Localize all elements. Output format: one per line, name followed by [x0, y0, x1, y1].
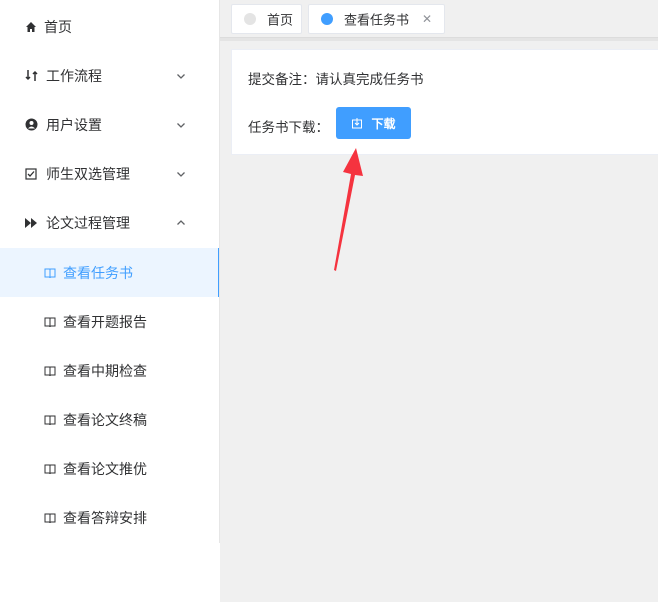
tab-label: 查看任务书 [344, 13, 410, 29]
submission-note: 提交备注：请认真完成任务书 [248, 72, 424, 88]
checkbox-icon [24, 167, 38, 181]
tab-status-dot [244, 13, 256, 25]
sidebar-item-thesis-process[interactable]: 论文过程管理 [0, 198, 219, 247]
sidebar-item-label: 用户设置 [46, 117, 102, 134]
home-icon [24, 20, 38, 34]
task-book-card: 提交备注：请认真完成任务书 任务书下载： 下载 [231, 49, 658, 155]
download-button[interactable]: 下载 [336, 107, 411, 139]
sidebar-item-mentor-selection[interactable]: 师生双选管理 [0, 149, 219, 198]
sidebar-item-user-settings[interactable]: 用户设置 [0, 100, 219, 149]
download-button-label: 下载 [371, 116, 396, 131]
chevron-down-icon [177, 73, 185, 79]
sidebar-subitem-view-final-draft[interactable]: 查看论文终稿 [0, 395, 219, 444]
tab-home[interactable]: 首页 [231, 4, 302, 34]
sidebar-item-home[interactable]: 首页 [0, 2, 219, 51]
book-icon [44, 366, 56, 376]
sidebar-subitem-label: 查看答辩安排 [63, 510, 147, 527]
book-icon [44, 268, 56, 278]
chevron-down-icon [177, 171, 185, 177]
sidebar-subitem-label: 查看论文终稿 [63, 412, 147, 429]
sidebar-subitem-label: 查看任务书 [63, 265, 133, 282]
user-circle-icon [24, 118, 38, 132]
sidebar-subitem-view-midterm[interactable]: 查看中期检查 [0, 346, 219, 395]
close-icon[interactable]: ✕ [422, 12, 432, 26]
download-icon [352, 118, 363, 129]
sidebar-subitem-label: 查看论文推优 [63, 461, 147, 478]
sidebar-item-label: 工作流程 [46, 68, 102, 85]
sidebar-subitem-view-recommendation[interactable]: 查看论文推优 [0, 444, 219, 493]
book-icon [44, 513, 56, 523]
sidebar-item-workflow[interactable]: 工作流程 [0, 51, 219, 100]
sidebar-subitem-label: 查看开题报告 [63, 314, 147, 331]
sidebar-subitem-view-proposal[interactable]: 查看开题报告 [0, 297, 219, 346]
download-label: 任务书下载： [248, 120, 329, 136]
sidebar-item-label: 师生双选管理 [46, 166, 130, 183]
sidebar-subitem-view-defense[interactable]: 查看答辩安排 [0, 493, 219, 542]
book-icon [44, 317, 56, 327]
sidebar: 首页 工作流程 用户设置 师生双选管理 论文过程管理 查看任务书 查看开题报告 … [0, 0, 220, 602]
tabs-bar: 首页 查看任务书 ✕ [220, 0, 658, 41]
sidebar-item-label: 论文过程管理 [46, 215, 130, 232]
sidebar-item-label: 首页 [44, 19, 72, 36]
book-icon [44, 415, 56, 425]
sidebar-subitem-label: 查看中期检查 [63, 363, 147, 380]
sidebar-divider [219, 0, 220, 543]
book-icon [44, 464, 56, 474]
workflow-icon [24, 69, 38, 83]
fast-forward-icon [24, 216, 38, 230]
tab-view-task-book[interactable]: 查看任务书 ✕ [308, 4, 445, 34]
app-root: 首页 工作流程 用户设置 师生双选管理 论文过程管理 查看任务书 查看开题报告 … [0, 0, 658, 602]
sidebar-subitem-view-task-book[interactable]: 查看任务书 [0, 248, 220, 297]
tab-label: 首页 [267, 13, 294, 29]
chevron-up-icon [177, 219, 185, 225]
chevron-down-icon [177, 122, 185, 128]
tab-status-dot [321, 13, 333, 25]
annotation-arrow [334, 148, 363, 271]
